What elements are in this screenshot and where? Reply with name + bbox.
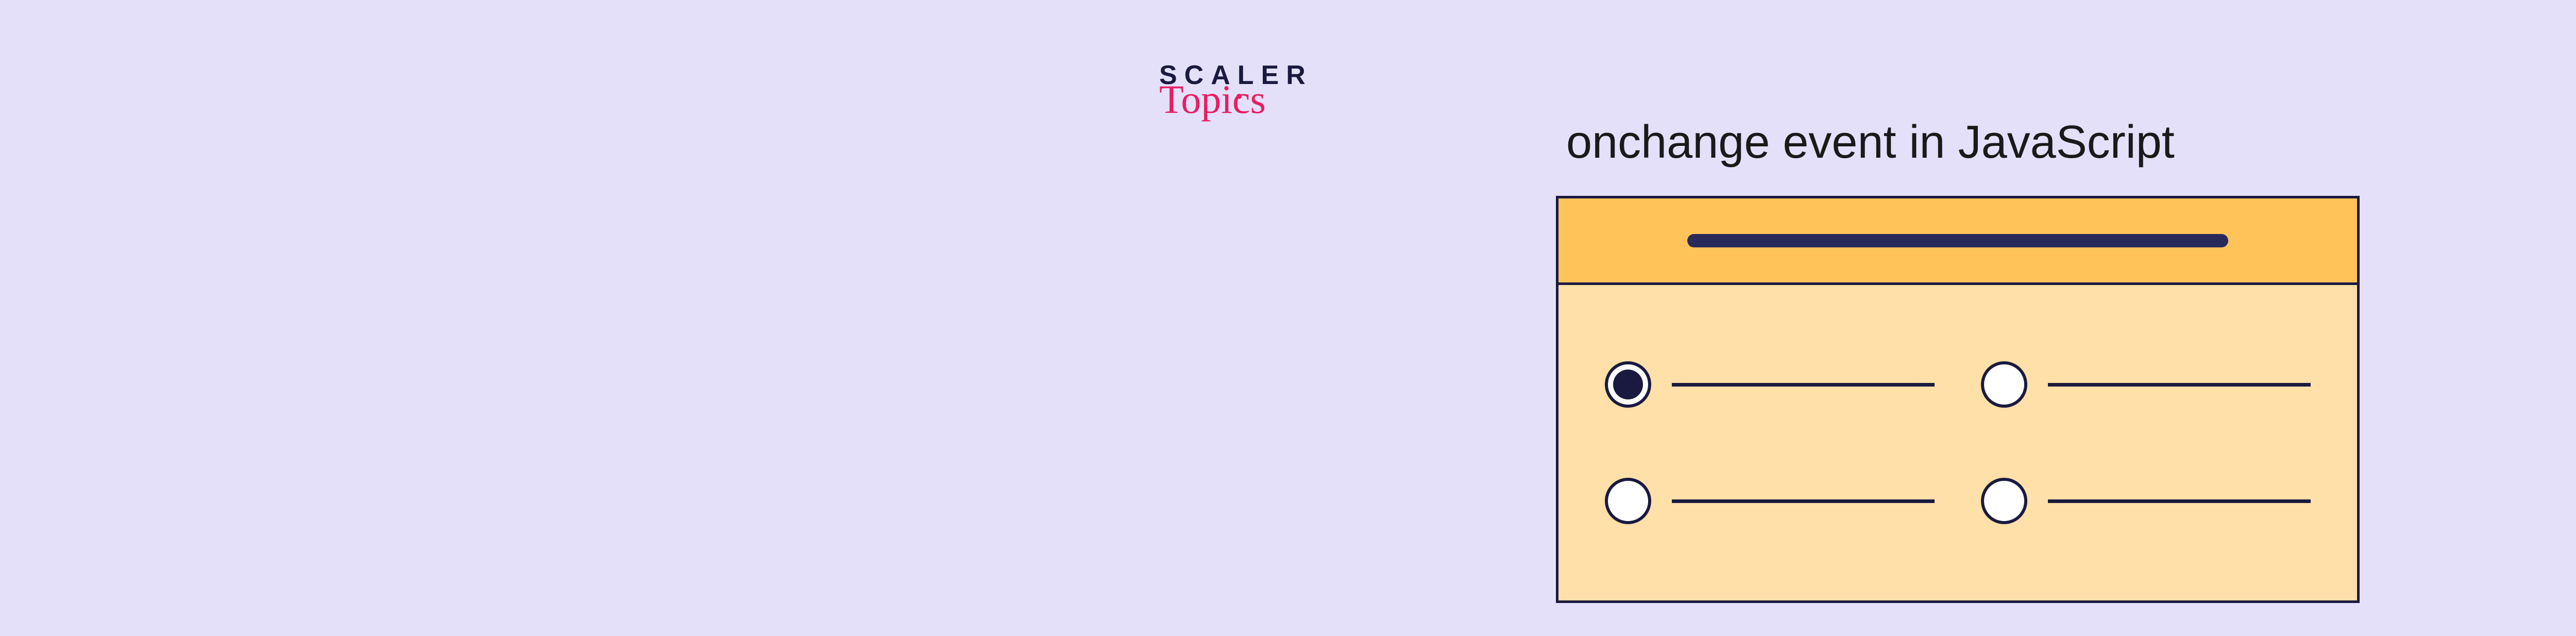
radio-circle-icon bbox=[1605, 361, 1651, 408]
scaler-topics-logo: SCALER Topics bbox=[1159, 62, 1324, 120]
form-body bbox=[1558, 285, 2357, 600]
radio-circle-icon bbox=[1981, 478, 2027, 524]
radio-option-3[interactable] bbox=[1605, 478, 1935, 524]
radio-label-placeholder bbox=[2048, 499, 2311, 503]
radio-label-placeholder bbox=[1672, 499, 1935, 503]
radio-circle-icon bbox=[1981, 361, 2027, 408]
radio-label-placeholder bbox=[2048, 383, 2311, 387]
header-placeholder-line bbox=[1687, 234, 2228, 247]
radio-label-placeholder bbox=[1672, 383, 1935, 387]
form-header bbox=[1558, 198, 2357, 285]
radio-selected-dot-icon bbox=[1613, 370, 1643, 399]
form-diagram bbox=[1556, 196, 2360, 603]
page-title: onchange event in JavaScript bbox=[1566, 116, 2175, 169]
radio-option-2[interactable] bbox=[1981, 361, 2311, 408]
radio-option-1[interactable] bbox=[1605, 361, 1935, 408]
radio-circle-icon bbox=[1605, 478, 1651, 524]
radio-option-4[interactable] bbox=[1981, 478, 2311, 524]
logo-dot-icon bbox=[1236, 94, 1242, 99]
